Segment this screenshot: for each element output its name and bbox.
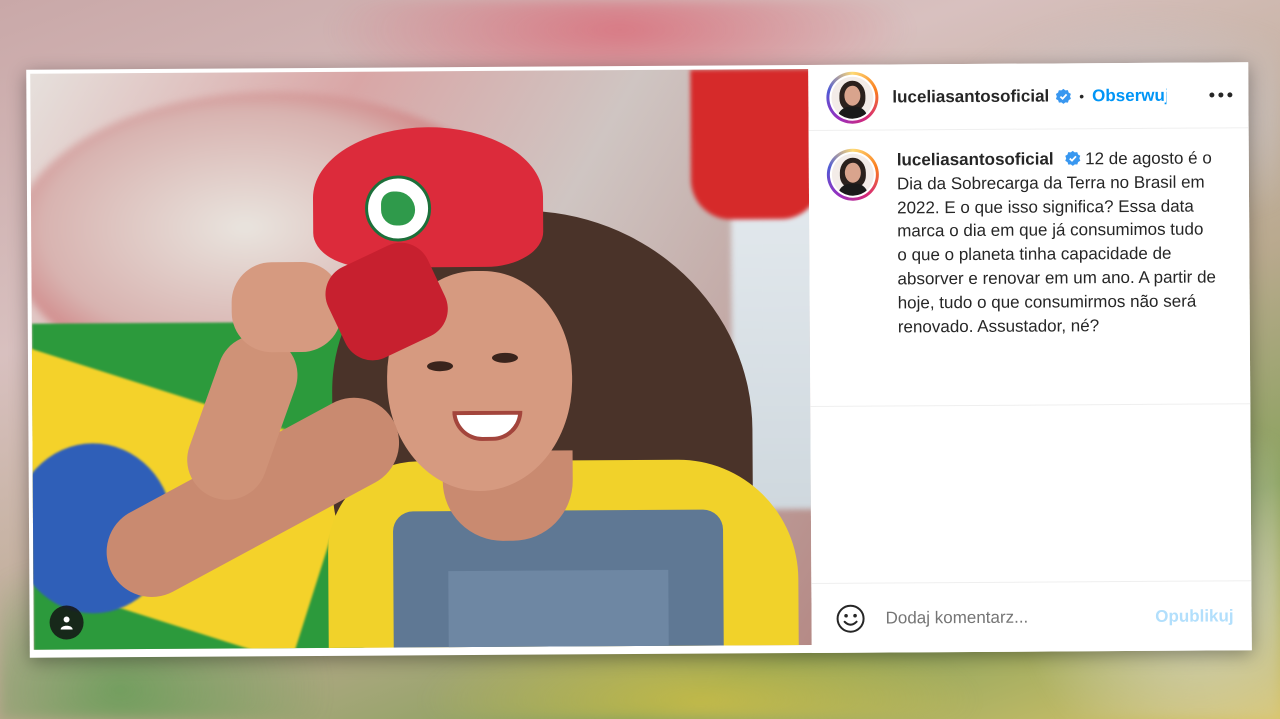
post-photo[interactable]	[30, 68, 812, 650]
more-options-icon[interactable]	[1209, 92, 1233, 98]
caption-username[interactable]: luceliasantosoficial	[897, 149, 1054, 169]
user-tag-icon	[60, 616, 73, 630]
caption-avatar[interactable]	[826, 148, 880, 201]
user-tag-button[interactable]	[49, 605, 84, 640]
instagram-post: luceliasantosoficial • Obserwuj lucelias…	[26, 62, 1252, 658]
more-dot	[1209, 92, 1215, 98]
header-username[interactable]: luceliasantosoficial	[892, 86, 1049, 107]
avatar-body	[837, 106, 868, 119]
publish-button[interactable]: Opublikuj	[1155, 606, 1234, 626]
avatar-frame	[829, 74, 876, 121]
post-side-panel: luceliasantosoficial • Obserwuj lucelias…	[808, 62, 1252, 653]
comment-bar: Opublikuj	[811, 580, 1252, 653]
verified-badge-icon	[1055, 88, 1071, 104]
header-avatar[interactable]	[826, 71, 879, 124]
person-fist	[231, 261, 342, 353]
header-separator: •	[1079, 87, 1085, 104]
follow-button[interactable]: Obserwuj	[1092, 85, 1166, 105]
avatar-image	[831, 76, 874, 119]
avatar-body	[837, 183, 869, 196]
person-overall-bib	[448, 569, 669, 650]
avatar-face	[844, 85, 861, 106]
avatar-frame	[829, 151, 877, 198]
post-header: luceliasantosoficial • Obserwuj	[808, 62, 1249, 131]
more-dot	[1218, 92, 1224, 98]
more-dot	[1227, 92, 1233, 98]
caption-text: luceliasantosoficial 12 de agosto é o Di…	[897, 146, 1219, 405]
avatar-face	[844, 162, 861, 183]
caption-body: 12 de agosto é o Dia da Sobrecarga da Te…	[896, 148, 1217, 336]
comment-input[interactable]	[885, 606, 1156, 628]
cap-badge-emblem	[380, 191, 416, 226]
emoji-icon[interactable]	[835, 603, 865, 633]
bystander-red-shirt	[690, 68, 812, 220]
post-caption: luceliasantosoficial 12 de agosto é o Di…	[808, 128, 1251, 407]
avatar-image	[831, 153, 874, 196]
verified-badge-icon	[1064, 150, 1080, 166]
